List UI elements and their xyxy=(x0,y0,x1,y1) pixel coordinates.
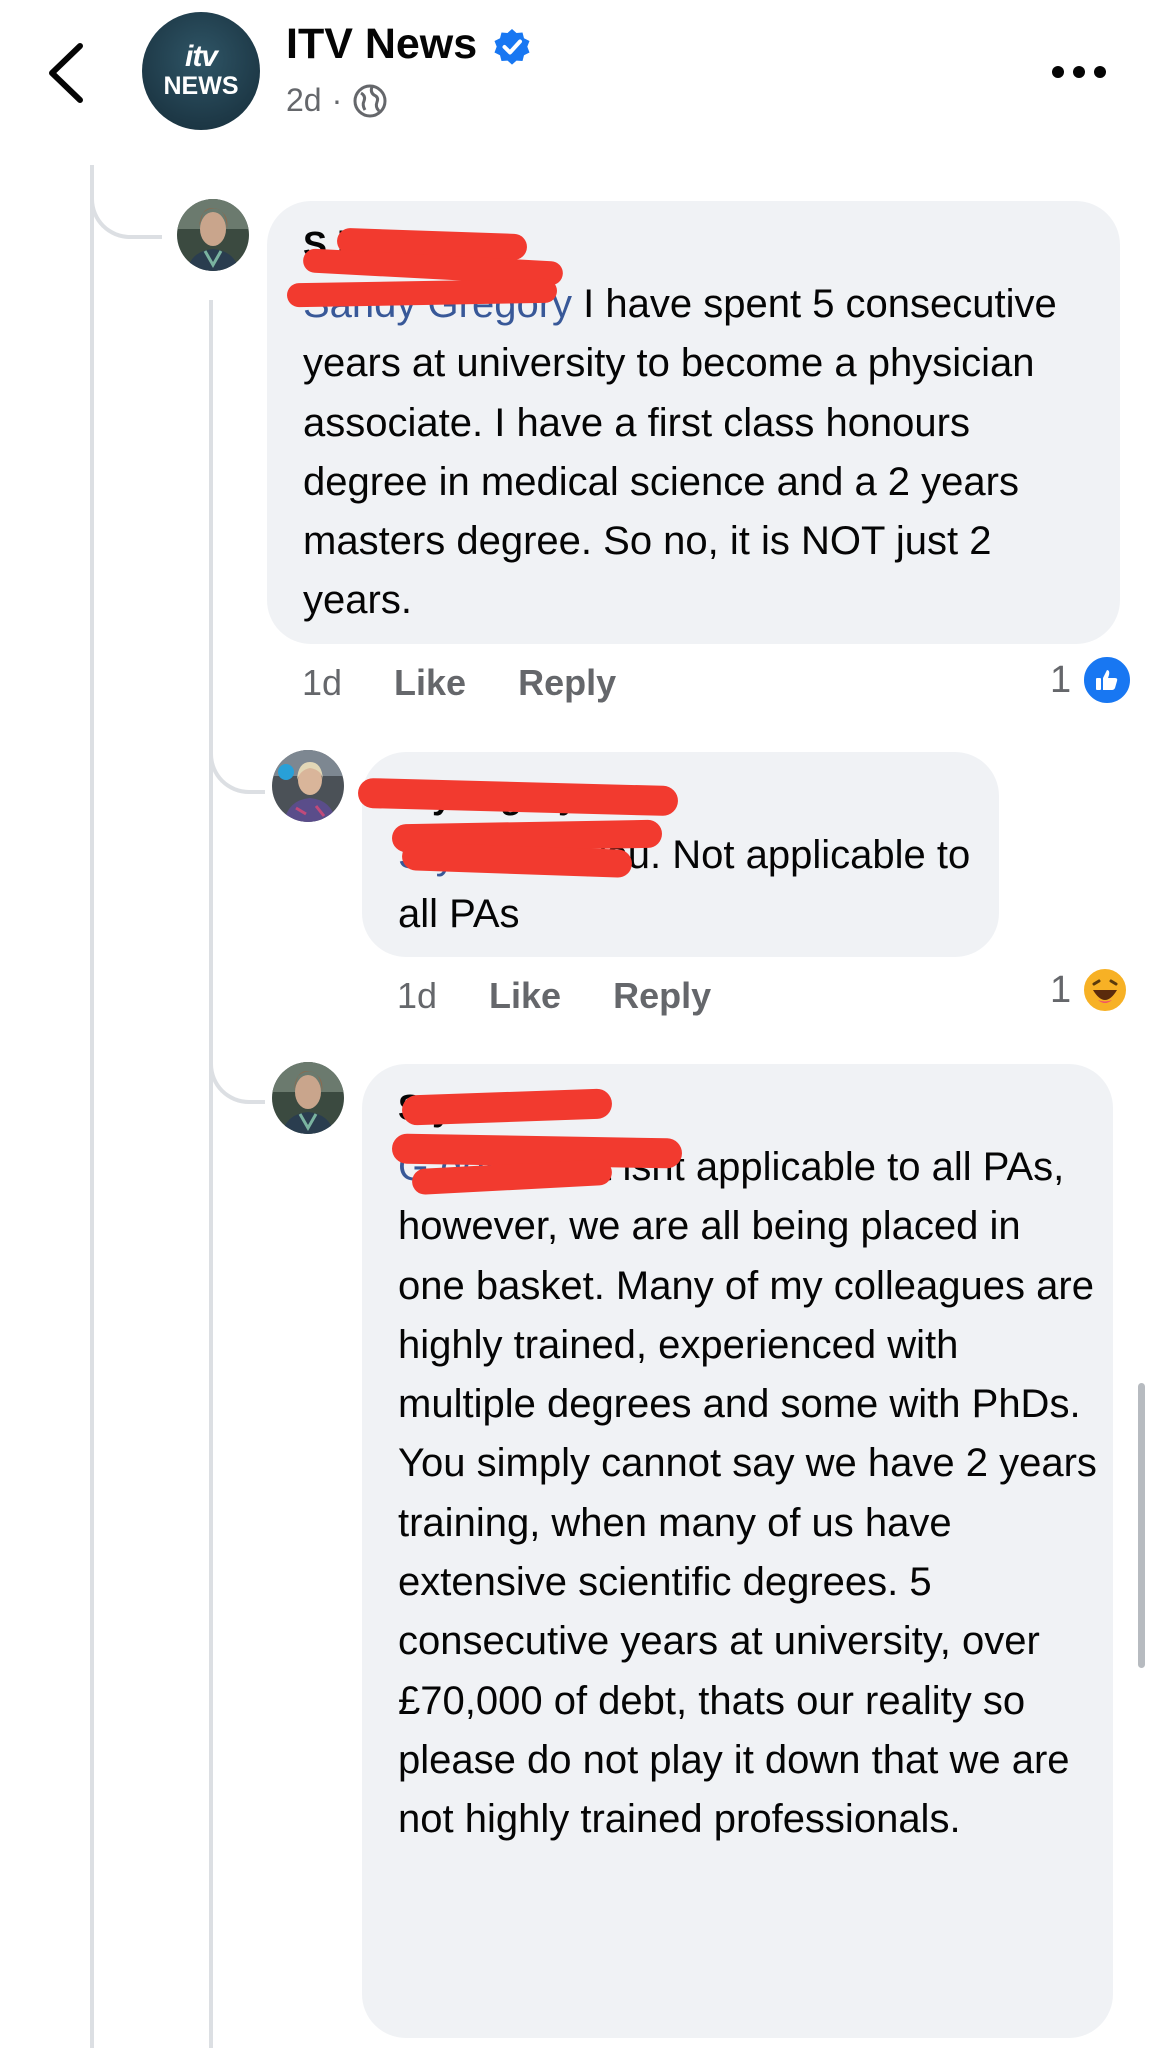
reaction-summary[interactable]: 1 xyxy=(1050,966,1129,1014)
comment-body: No it isnt applicable to all PAs, howeve… xyxy=(398,1145,1097,1842)
comment-text: Sandy Gregory I have spent 5 consecutive… xyxy=(303,275,1103,631)
avatar-logo-subtext: NEWS xyxy=(163,72,239,100)
redaction-mark xyxy=(401,1088,613,1126)
comment-bubble[interactable]: S y G gory No it isnt applicable to all … xyxy=(362,1064,1113,2038)
thread-line-inner xyxy=(209,300,213,2048)
like-button[interactable]: Like xyxy=(489,975,561,1017)
post-time[interactable]: 2d xyxy=(286,82,322,119)
avatar-logo-text: itv xyxy=(184,40,218,73)
thread-line-outer xyxy=(90,165,94,2048)
globe-icon xyxy=(353,84,387,117)
like-icon xyxy=(1081,654,1134,706)
redaction-mark xyxy=(286,278,558,308)
page-name[interactable]: ITV News xyxy=(286,20,477,69)
comment-actions: 1d Like Reply xyxy=(302,662,668,704)
chevron-left-icon xyxy=(49,43,83,103)
comment-bubble[interactable]: S i M y Sandy Gregory I have spent 5 con… xyxy=(267,201,1120,644)
thread-curve xyxy=(209,720,265,794)
scrollbar[interactable] xyxy=(1138,1383,1145,1668)
meta-separator: · xyxy=(331,82,343,118)
reaction-count: 1 xyxy=(1050,658,1072,701)
more-options-button[interactable] xyxy=(1052,54,1114,90)
comment-bubble[interactable]: S y G gory S y That’s you. Not applicabl… xyxy=(357,752,999,957)
reaction-summary[interactable]: 1 xyxy=(1050,654,1134,706)
comment-actions: 1d Like Reply xyxy=(397,975,763,1017)
reaction-count: 1 xyxy=(1050,968,1072,1011)
commenter-avatar[interactable] xyxy=(272,1062,344,1134)
comment-time[interactable]: 1d xyxy=(302,662,342,704)
comment-time[interactable]: 1d xyxy=(397,975,437,1017)
commenter-avatar[interactable] xyxy=(272,750,344,822)
comment-body: I have spent 5 consecutive years at univ… xyxy=(303,282,1057,623)
commenter-avatar[interactable] xyxy=(177,199,249,271)
back-button[interactable] xyxy=(40,38,96,108)
comment-text: G gory No it isnt applicable to all PAs,… xyxy=(398,1138,1098,1850)
verified-badge-icon xyxy=(493,28,531,66)
more-dot-icon xyxy=(1073,66,1085,78)
reply-button[interactable]: Reply xyxy=(518,662,616,704)
haha-icon xyxy=(1082,967,1129,1013)
thread-curve xyxy=(90,165,162,239)
thread-curve xyxy=(209,1030,265,1104)
page-avatar[interactable]: itv NEWS xyxy=(142,12,260,130)
like-button[interactable]: Like xyxy=(394,662,466,704)
more-dot-icon xyxy=(1052,66,1064,78)
post-meta: 2d · xyxy=(286,82,388,119)
more-dot-icon xyxy=(1094,66,1106,78)
reply-button[interactable]: Reply xyxy=(613,975,711,1017)
